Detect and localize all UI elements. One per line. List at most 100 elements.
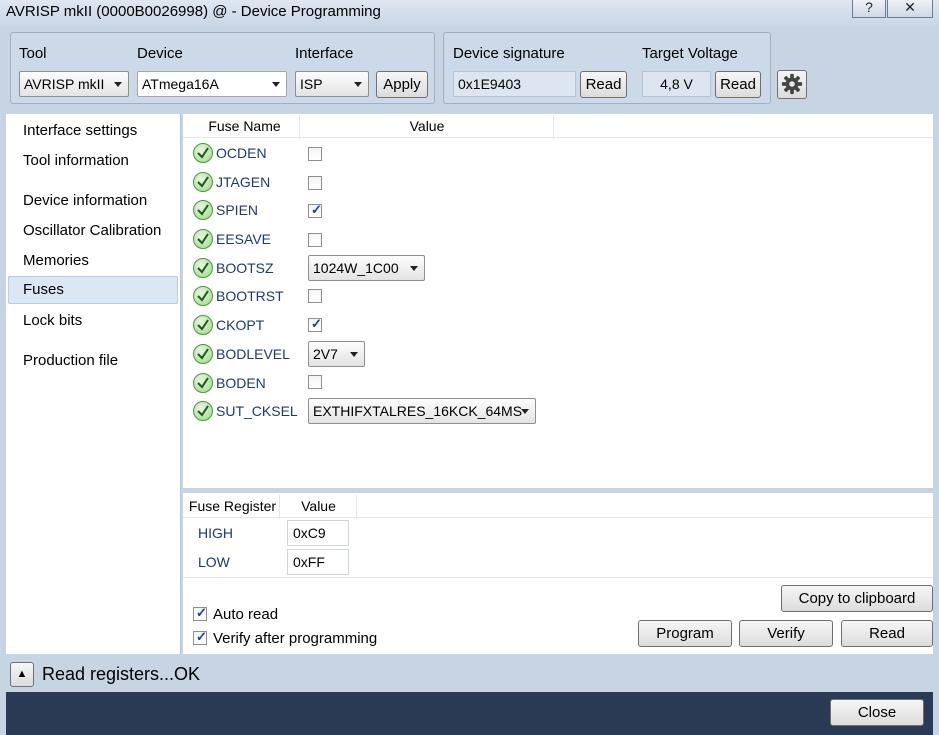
checkmark-icon: ✓ (311, 202, 322, 217)
table-row: BODLEVEL 2V7 (190, 341, 590, 369)
fuse-checkbox-ckopt[interactable]: ✓ (308, 316, 322, 332)
check-circle-icon (193, 373, 213, 393)
verify-button[interactable]: Verify (739, 620, 833, 647)
fuse-name: OCDEN (216, 145, 267, 161)
title-bar: AVRISP mkII (0000B0026998) @ - Device Pr… (0, 0, 939, 26)
auto-read-checkbox[interactable]: ✓ (193, 605, 207, 621)
auto-read-label: Auto read (213, 606, 279, 623)
fuse-checkbox-boden[interactable]: ✓ (308, 375, 322, 389)
checkmark-icon: ✓ (196, 629, 207, 644)
register-name: LOW (198, 554, 230, 570)
divider (183, 577, 933, 578)
settings-button[interactable] (777, 70, 807, 99)
copy-to-clipboard-button[interactable]: Copy to clipboard (781, 585, 933, 612)
check-circle-icon (193, 315, 213, 335)
table-row: EESAVE ✓ (190, 228, 590, 252)
fuse-register-column-header: Fuse Register (186, 495, 280, 519)
checkmark-icon: ✓ (196, 605, 207, 620)
table-row: BOOTSZ 1024W_1C00 (190, 255, 590, 283)
program-button[interactable]: Program (638, 620, 732, 647)
fuse-name: BOOTRST (216, 288, 284, 304)
sidebar-item-lock-bits[interactable]: Lock bits (8, 307, 178, 335)
fuse-checkbox-eesave[interactable]: ✓ (308, 233, 322, 247)
table-row: SUT_CKSEL EXTHIFXTALRES_16KCK_64MS (190, 398, 590, 426)
register-low-value[interactable]: 0xFF (287, 549, 349, 575)
sidebar-item-device-information[interactable]: Device information (8, 187, 178, 215)
interface-select[interactable]: ISP (295, 71, 369, 97)
sut-cksel-select[interactable]: EXTHIFXTALRES_16KCK_64MS (308, 398, 536, 424)
fuse-checkbox-bootrst[interactable]: ✓ (308, 289, 322, 303)
gear-icon (781, 73, 803, 94)
verify-after-programming-checkbox[interactable]: ✓ (193, 629, 207, 645)
fuse-name: BOOTSZ (216, 260, 274, 276)
device-select-value: ATmega16A (142, 76, 219, 92)
register-name: HIGH (198, 525, 233, 541)
sidebar-item-production-file[interactable]: Production file (8, 347, 178, 375)
table-row: OCDEN ✓ (190, 142, 590, 166)
fuse-name: BODLEVEL (216, 346, 290, 362)
fuse-name: CKOPT (216, 317, 265, 333)
read-signature-button[interactable]: Read (580, 71, 627, 98)
check-circle-icon (193, 200, 213, 220)
bootsz-select-value: 1024W_1C00 (313, 260, 399, 276)
sut-cksel-select-value: EXTHIFXTALRES_16KCK_64MS (313, 403, 523, 419)
fuse-checkbox-spien[interactable]: ✓ (308, 202, 322, 218)
check-circle-icon (193, 143, 213, 163)
table-row: BOOTRST ✓ (190, 285, 590, 309)
sidebar-item-tool-information[interactable]: Tool information (8, 147, 178, 175)
table-row: BODEN ✓ (190, 372, 590, 396)
device-signature-label: Device signature (453, 45, 565, 62)
chevron-down-icon (350, 352, 358, 357)
check-circle-icon (193, 286, 213, 306)
chevron-down-icon (354, 82, 362, 87)
chevron-down-icon (410, 266, 418, 271)
device-select[interactable]: ATmega16A (137, 71, 287, 97)
expand-status-button[interactable]: ▲ (10, 662, 34, 687)
check-circle-icon (193, 401, 213, 421)
close-window-button[interactable]: ✕ (887, 0, 933, 18)
check-circle-icon (193, 344, 213, 364)
sidebar-item-memories[interactable]: Memories (8, 247, 178, 275)
table-row: SPIEN ✓ (190, 199, 590, 223)
fuse-checkbox-jtagen[interactable]: ✓ (308, 176, 322, 190)
bodlevel-select-value: 2V7 (313, 346, 338, 362)
checkmark-icon: ✓ (311, 316, 322, 331)
table-row: HIGH 0xC9 (183, 520, 483, 548)
sidebar-item-oscillator-calibration[interactable]: Oscillator Calibration (8, 217, 178, 245)
help-button[interactable]: ? (852, 0, 886, 18)
tool-label: Tool (19, 45, 47, 62)
read-voltage-button[interactable]: Read (715, 71, 761, 98)
register-high-value[interactable]: 0xC9 (287, 520, 349, 546)
sidebar-item-interface-settings[interactable]: Interface settings (8, 117, 178, 145)
bodlevel-select[interactable]: 2V7 (308, 341, 365, 367)
target-voltage-value: 4,8 V (642, 71, 711, 97)
fuse-name: EESAVE (216, 231, 271, 247)
panel-splitter[interactable] (183, 488, 933, 493)
fuse-name: JTAGEN (216, 174, 271, 190)
triangle-up-icon: ▲ (16, 668, 28, 680)
close-button[interactable]: Close (830, 699, 924, 726)
bootsz-select[interactable]: 1024W_1C00 (308, 255, 425, 281)
dialog-footer (6, 692, 933, 735)
check-circle-icon (193, 172, 213, 192)
fuse-checkbox-ocden[interactable]: ✓ (308, 147, 322, 161)
table-row: JTAGEN ✓ (190, 171, 590, 195)
chevron-down-icon (521, 409, 529, 414)
chevron-down-icon (114, 82, 122, 87)
sidebar-item-fuses[interactable]: Fuses (8, 276, 178, 304)
apply-button[interactable]: Apply (376, 71, 428, 98)
register-value-column-header: Value (281, 495, 357, 519)
tool-select[interactable]: AVRISP mkII (19, 71, 129, 97)
tool-select-value: AVRISP mkII (24, 76, 105, 92)
fuse-name-column-header: Fuse Name (190, 115, 300, 139)
table-row: CKOPT ✓ (190, 314, 590, 338)
fuse-value-column-header: Value (301, 115, 554, 139)
device-label: Device (137, 45, 183, 62)
read-button[interactable]: Read (841, 620, 933, 647)
check-circle-icon (193, 229, 213, 249)
table-row: LOW 0xFF (183, 549, 483, 577)
fuse-name: BODEN (216, 375, 266, 391)
fuse-name: SUT_CKSEL (216, 403, 298, 419)
check-circle-icon (193, 258, 213, 278)
fuse-name: SPIEN (216, 202, 259, 218)
